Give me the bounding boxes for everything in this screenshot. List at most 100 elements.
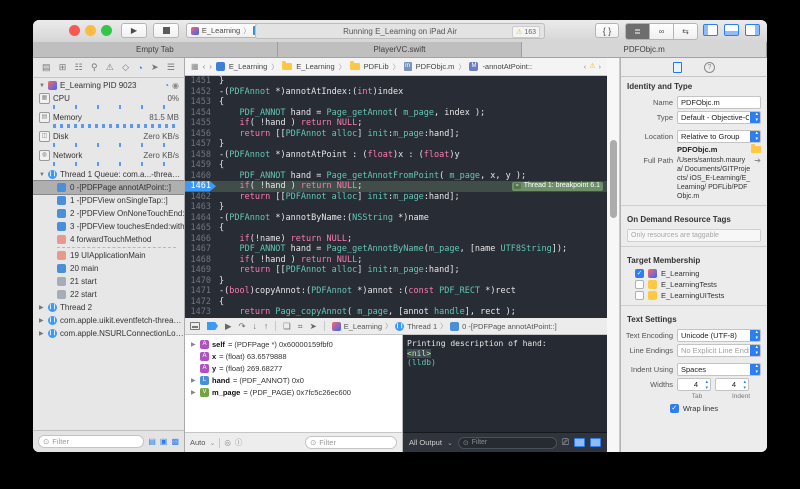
gauge-row-network[interactable]: ◍NetworkZero KB/s (33, 149, 184, 162)
jumpbar-crumb-project[interactable]: E_Learning (229, 62, 267, 71)
code-line[interactable]: 1466 if(!name) return NULL; (185, 234, 607, 245)
source-control-navigator-icon[interactable]: ⊞ (59, 62, 67, 73)
jumpbar-crumb-file[interactable]: PDFObjc.m (416, 62, 455, 71)
show-crashed-threads-icon[interactable]: ▩ (171, 437, 179, 446)
variable-row[interactable]: Ay= (float) 269.68277 (185, 362, 402, 374)
disclosure-triangle-icon[interactable]: ▶ (39, 304, 45, 311)
hide-debug-area-icon[interactable] (190, 322, 200, 330)
warning-count-badge[interactable]: ⚠ 163 (512, 26, 540, 38)
variable-row[interactable]: ▶Vm_page= (PDF_PAGE) 0x7fc5c26ec600 (185, 386, 402, 398)
indent-dropdown[interactable]: Spaces (677, 363, 761, 376)
thread-row[interactable]: ▶❙❙com.apple.uikit.eventfetch-thread (7) (33, 314, 184, 327)
issue-navigator-icon[interactable]: ⚠ (106, 62, 114, 73)
gauge-row-cpu[interactable]: ▦CPU0% (33, 92, 184, 105)
memory-graph-icon[interactable]: ⌗ (298, 321, 303, 332)
thread-1-row[interactable]: ▼ ❙❙ Thread 1 Queue: com.a...-thread (se… (33, 168, 184, 181)
stack-frame-row[interactable]: 3 -[PDFView touchesEnded:withEve... (33, 220, 184, 233)
code-line[interactable]: 1455 if( !hand ) return NULL; (185, 118, 607, 129)
step-into-icon[interactable]: ↓ (253, 321, 257, 331)
code-line[interactable]: 1472{ (185, 297, 607, 308)
project-navigator-icon[interactable]: ▤ (42, 62, 51, 73)
console-scope-selector[interactable]: All Output (409, 438, 442, 447)
standard-editor-button[interactable]: ≣ (626, 24, 650, 39)
code-line[interactable]: 1468 if( !hand ) return NULL; (185, 255, 607, 266)
variable-row[interactable]: Ax= (float) 63.6579888 (185, 350, 402, 362)
editor-scrollbar[interactable] (607, 58, 620, 452)
code-line[interactable]: 1456 return [[PDFAnnot alloc] init:m_pag… (185, 129, 607, 140)
target-checkbox[interactable]: ✓ (635, 269, 644, 278)
indent-width-stepper[interactable]: 4 (715, 378, 749, 391)
previous-issue-icon[interactable]: ‹ (584, 62, 587, 71)
breakpoint-hit-badge[interactable]: =Thread 1: breakpoint 6.1 (512, 182, 603, 191)
show-running-blocks-icon[interactable]: ▣ (160, 437, 168, 446)
tab-width-stepper[interactable]: 4 (677, 378, 711, 391)
close-window-button[interactable] (69, 25, 80, 36)
resource-tags-field[interactable]: Only resources are taggable (627, 229, 761, 242)
code-line[interactable]: 1453{ (185, 97, 607, 108)
simulate-location-icon[interactable]: ➤ (310, 321, 317, 332)
jumpbar-crumb-pdflib[interactable]: PDFLib (364, 62, 389, 71)
variables-filter-input[interactable]: ⊙ Filter (305, 436, 397, 449)
encoding-dropdown[interactable]: Unicode (UTF-8) (677, 329, 761, 342)
debug-navigator-icon[interactable]: ◔ (137, 63, 142, 73)
code-line[interactable]: 1470} (185, 276, 607, 287)
code-line[interactable]: 1464-(PDFAnnot *)annotByName:(NSString *… (185, 213, 607, 224)
stack-frame-row[interactable]: 22 start (33, 288, 184, 301)
code-review-button[interactable]: { } (595, 23, 619, 38)
name-field[interactable]: PDFObjc.m (677, 96, 761, 109)
disclosure-triangle-icon[interactable]: ▶ (39, 330, 45, 337)
disclosure-triangle-icon[interactable]: ▶ (191, 389, 197, 396)
code-line[interactable]: 1461 if( !hand ) return NULL;=Thread 1: … (185, 181, 607, 192)
tab-empty-tab[interactable]: Empty Tab (33, 42, 278, 57)
breakpoints-enabled-icon[interactable] (207, 322, 218, 330)
view-hierarchy-icon[interactable]: ❏ (283, 321, 291, 332)
navigator-filter-input[interactable]: ⊙ Filter (38, 435, 144, 448)
console-output[interactable]: Printing description of hand:<nil>(lldb) (403, 337, 607, 432)
debug-crumb-process[interactable]: E_Learning (344, 322, 382, 331)
variable-row[interactable]: ▶Lhand= (PDF_ANNOT) 0x0 (185, 374, 402, 386)
disclosure-triangle-icon[interactable]: ▶ (191, 377, 197, 384)
next-issue-icon[interactable]: › (599, 62, 602, 71)
tab-pdfobjc-m[interactable]: PDFObjc.m (522, 42, 767, 57)
continue-icon[interactable]: ▶ (225, 321, 232, 332)
code-line[interactable]: 1457} (185, 139, 607, 150)
thread-row[interactable]: ▶❙❙Thread 2 (33, 301, 184, 314)
stack-frame-row[interactable]: 21 start (33, 275, 184, 288)
gauge-row-memory[interactable]: ▤Memory81.5 MB (33, 111, 184, 124)
back-icon[interactable]: ‹ (203, 62, 206, 71)
gauge-row-disk[interactable]: ◫DiskZero KB/s (33, 130, 184, 143)
console-filter-input[interactable]: ⊙ Filter (458, 437, 557, 449)
symbol-navigator-icon[interactable]: ☷ (75, 62, 83, 73)
jumpbar-crumb-method[interactable]: -annotAtPoint:: (482, 62, 532, 71)
stop-button[interactable] (153, 23, 179, 38)
scrollbar-thumb[interactable] (610, 140, 617, 218)
toggle-console-icon[interactable] (590, 438, 601, 447)
process-row[interactable]: ▼ E_Learning PID 9023 ◔◉ (33, 79, 184, 92)
tab-playervc-swift[interactable]: PlayerVC.swift (278, 42, 523, 57)
type-dropdown[interactable]: Default - Objective-C Sou... (677, 111, 761, 124)
run-button[interactable]: ▶ (121, 23, 147, 38)
memory-gauge-icon[interactable]: ◉ (172, 81, 179, 90)
debug-crumb-thread[interactable]: Thread 1 (407, 322, 437, 331)
line-endings-dropdown[interactable]: No Explicit Line Endings (677, 344, 761, 357)
toggle-inspector-button[interactable] (745, 24, 760, 36)
zoom-window-button[interactable] (101, 25, 112, 36)
step-out-icon[interactable]: ↑ (264, 321, 268, 331)
related-items-icon[interactable]: ▦ (191, 62, 199, 71)
debug-crumb-frame[interactable]: 0 -[PDFPage annotAtPoint::] (462, 322, 557, 331)
quick-help-tab-icon[interactable]: ? (704, 62, 715, 73)
disclosure-triangle-icon[interactable]: ▼ (39, 83, 45, 89)
reveal-folder-icon[interactable] (751, 146, 761, 153)
source-editor[interactable]: 1451}1452-(PDFAnnot *)annotAtIndex:(int)… (185, 76, 607, 318)
disclosure-triangle-icon[interactable]: ▶ (39, 317, 45, 324)
report-navigator-icon[interactable]: ☰ (167, 62, 175, 73)
wrap-lines-checkbox[interactable]: ✓ (670, 404, 679, 413)
flatten-frames-icon[interactable]: ▤ (148, 437, 156, 446)
stack-frame-row[interactable]: 2 -[PDFView OnNoneTouchEnd::] (33, 207, 184, 220)
code-line[interactable]: 1469 return [[PDFAnnot alloc] init:m_pag… (185, 265, 607, 276)
breakpoint-navigator-icon[interactable]: ➤ (151, 62, 159, 73)
disclosure-triangle-icon[interactable]: ▶ (191, 341, 197, 348)
target-checkbox[interactable] (635, 291, 644, 300)
toggle-navigator-button[interactable] (703, 24, 718, 36)
thread-row[interactable]: ▶❙❙com.apple.NSURLConnectionLoader (... (33, 327, 184, 340)
